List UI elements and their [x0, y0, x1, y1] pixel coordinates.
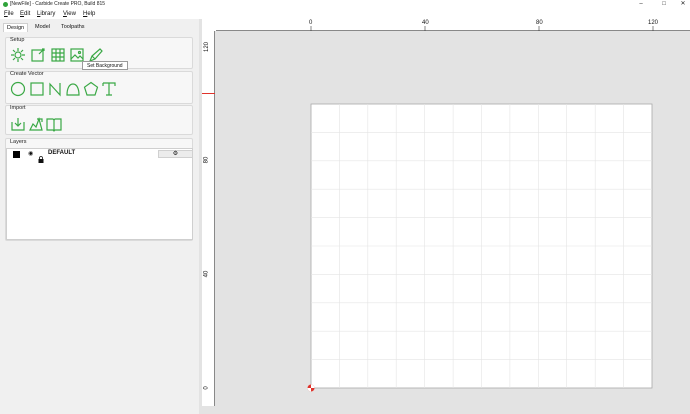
curve-icon[interactable]	[47, 81, 63, 97]
tab-model[interactable]: Model	[32, 23, 53, 32]
import-image-icon[interactable]	[28, 116, 44, 132]
layers-list: ◉ DEFAULT ⚙	[6, 148, 193, 240]
layer-color-swatch[interactable]	[13, 151, 20, 158]
grid-icon[interactable]	[50, 47, 66, 63]
title-bar: [NewFile] - Carbide Create PRO, Build 81…	[0, 0, 690, 9]
circle-icon[interactable]	[10, 81, 26, 97]
polyline-icon[interactable]	[65, 81, 81, 97]
close-button[interactable]: ✕	[676, 0, 690, 9]
menu-file[interactable]: File	[4, 9, 14, 19]
eye-icon[interactable]: ◉	[28, 150, 33, 157]
layer-settings-button[interactable]: ⚙	[158, 150, 193, 158]
ruler-v-label-40: 40	[203, 270, 210, 278]
rectangle-icon[interactable]	[29, 81, 45, 97]
tab-toolpaths[interactable]: Toolpaths	[58, 23, 88, 32]
ruler-v-label-0: 0	[203, 386, 210, 390]
lock-icon[interactable]	[38, 150, 44, 163]
tooltip: Set Background	[82, 61, 128, 70]
setup-title: Setup	[10, 37, 25, 43]
import-file-icon[interactable]	[10, 116, 26, 132]
layer-name: DEFAULT	[48, 150, 76, 156]
app-logo-icon	[3, 2, 8, 7]
import-title: Import	[10, 105, 26, 111]
layers-title: Layers	[10, 139, 27, 145]
text-icon[interactable]	[101, 81, 117, 97]
vertical-ruler: 120 80 40 0	[202, 31, 215, 406]
menu-view[interactable]: View	[63, 9, 76, 19]
maximize-button[interactable]: □	[657, 0, 671, 9]
window-title: [NewFile] - Carbide Create PRO, Build 81…	[10, 1, 106, 7]
ruler-h-ticks	[310, 26, 654, 31]
stock-canvas[interactable]	[216, 31, 690, 406]
horizontal-ruler: 0 40 80 120	[216, 19, 690, 31]
menu-help[interactable]: Help	[83, 9, 95, 19]
minimize-button[interactable]: –	[634, 0, 648, 9]
mode-tabs: Design Model Toolpaths	[0, 23, 198, 32]
polygon-icon[interactable]	[83, 81, 99, 97]
origin-icon	[307, 384, 315, 392]
layer-row[interactable]: ◉ DEFAULT ⚙	[7, 149, 193, 163]
create-vector-title: Create Vector	[10, 71, 44, 77]
menu-library[interactable]: Library	[37, 9, 55, 19]
menu-edit[interactable]: Edit	[20, 9, 30, 19]
job-setup-icon[interactable]	[10, 47, 26, 63]
ruler-corner	[202, 19, 216, 31]
tab-design[interactable]: Design	[3, 23, 29, 32]
library-book-icon[interactable]	[46, 116, 62, 132]
menu-bar: File Edit Library View Help	[0, 9, 690, 19]
cursor-position-marker	[202, 93, 215, 94]
gear-icon: ⚙	[172, 151, 179, 157]
edit-icon[interactable]	[30, 47, 46, 63]
ruler-v-label-120: 120	[204, 41, 211, 53]
ruler-v-label-80: 80	[203, 156, 210, 164]
